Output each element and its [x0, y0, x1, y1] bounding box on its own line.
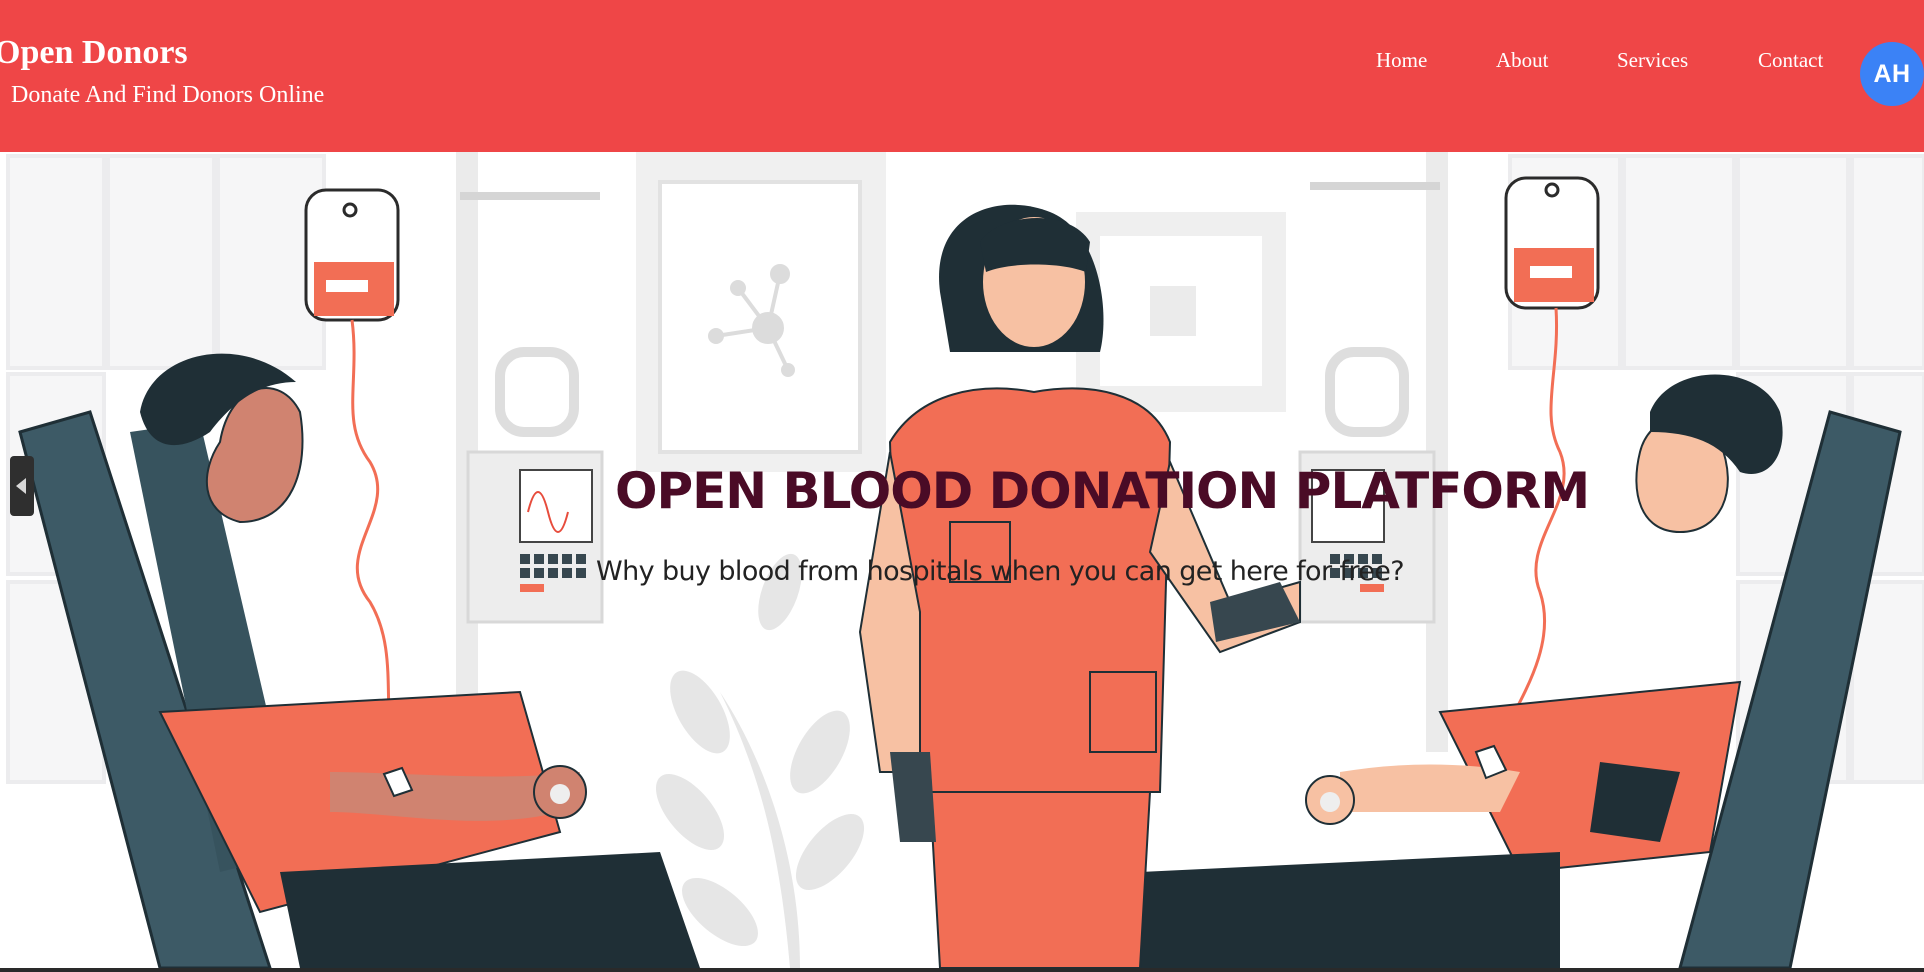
nav-about-link[interactable]: About	[1496, 48, 1549, 73]
user-avatar[interactable]: AH	[1860, 42, 1924, 106]
hero-title-text: OPEN BLOOD DONATION PLATFORM	[615, 462, 1590, 520]
plant	[655, 553, 865, 968]
nav-home-link[interactable]: Home	[1376, 48, 1427, 73]
nav-contact-link[interactable]: Contact	[1758, 48, 1823, 73]
site-header: Open Donors Donate And Find Donors Onlin…	[0, 0, 1924, 152]
main-nav: Home About Services Contact	[0, 44, 1924, 84]
blood-bag-left	[304, 188, 400, 773]
bottom-edge	[0, 968, 1924, 972]
carousel-prev-button[interactable]	[10, 456, 34, 516]
page: Open Donors Donate And Find Donors Onlin…	[0, 0, 1924, 972]
hero-banner: OPEN BLOOD DONATION PLATFORM Why buy blo…	[0, 152, 1924, 968]
monitor-left	[466, 347, 604, 624]
brand-tagline: Donate And Find Donors Online	[11, 82, 325, 108]
hero-subtitle: Why buy blood from hospitals when you ca…	[596, 556, 1405, 587]
nav-services-link[interactable]: Services	[1617, 48, 1688, 73]
